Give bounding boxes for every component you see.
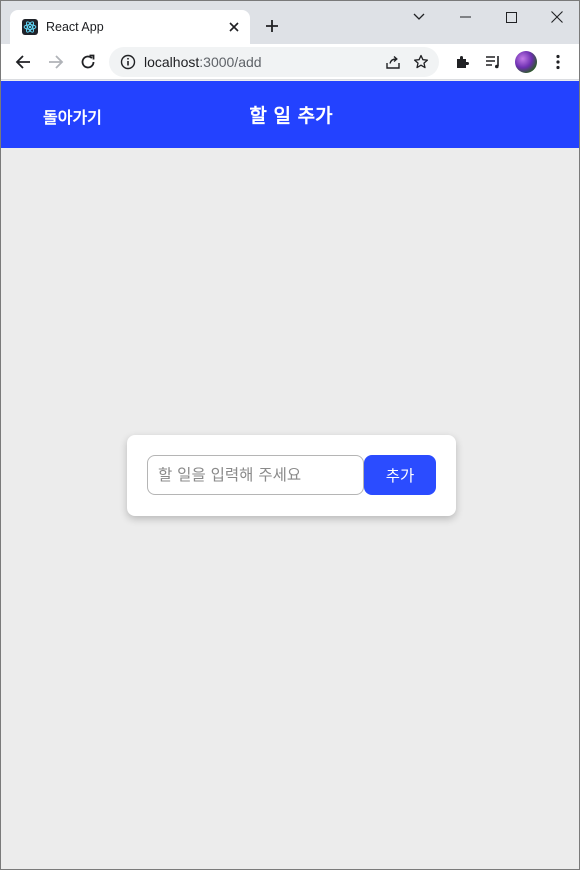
- maximize-icon[interactable]: [488, 1, 534, 33]
- plus-icon[interactable]: [260, 14, 284, 38]
- url-path: :3000/add: [199, 54, 262, 70]
- reading-list-icon[interactable]: [479, 48, 507, 76]
- star-icon[interactable]: [407, 48, 435, 76]
- forward-arrow-icon[interactable]: [42, 48, 70, 76]
- react-icon: [22, 19, 38, 35]
- add-todo-card: 추가: [127, 435, 456, 516]
- url-text: localhost:3000/add: [144, 54, 379, 70]
- app-header: 돌아가기 할 일 추가: [1, 81, 579, 148]
- url-host: localhost: [144, 54, 200, 70]
- tab-strip: React App: [1, 1, 579, 44]
- info-icon[interactable]: [120, 54, 136, 70]
- browser-window: React App localhost:3000/add 돌아가기 할 일 추가…: [0, 0, 580, 870]
- tab-title: React App: [46, 20, 104, 34]
- todo-input[interactable]: [147, 455, 364, 495]
- share-icon[interactable]: [379, 48, 407, 76]
- kebab-menu-icon[interactable]: [544, 48, 572, 76]
- add-button[interactable]: 추가: [364, 455, 436, 495]
- minimize-icon[interactable]: [442, 1, 488, 33]
- reload-icon[interactable]: [74, 48, 102, 76]
- page-title: 할 일 추가: [249, 105, 333, 127]
- address-bar[interactable]: localhost:3000/add: [109, 47, 439, 77]
- browser-tab[interactable]: React App: [10, 10, 250, 44]
- back-arrow-icon[interactable]: [9, 48, 37, 76]
- extensions-icon[interactable]: [448, 48, 476, 76]
- close-icon[interactable]: [534, 1, 579, 33]
- chevron-down-icon[interactable]: [396, 1, 442, 33]
- browser-toolbar: localhost:3000/add: [1, 44, 579, 80]
- close-icon[interactable]: [224, 17, 244, 37]
- avatar[interactable]: [515, 51, 537, 73]
